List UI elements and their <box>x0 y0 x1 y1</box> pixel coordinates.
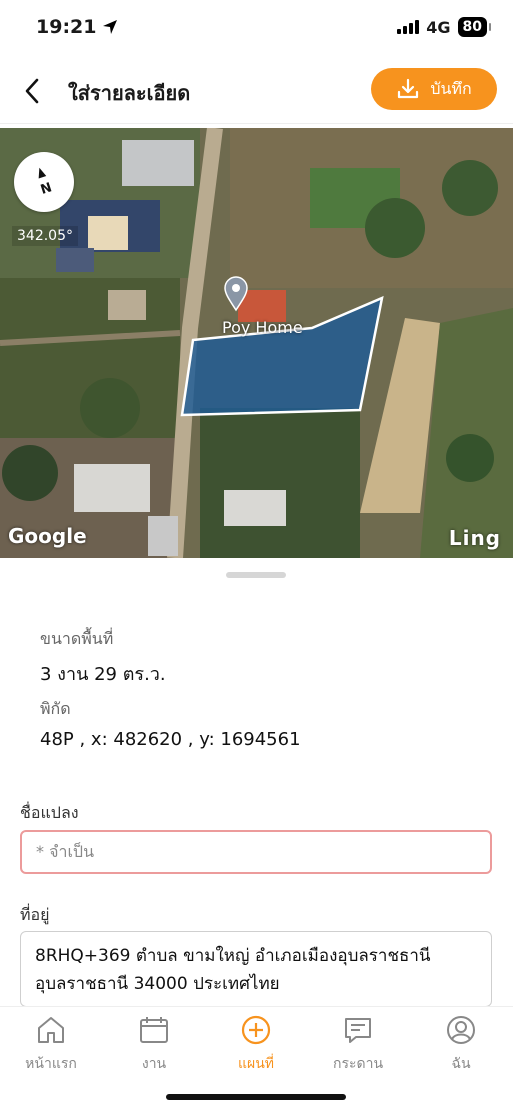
compass-button[interactable]: N <box>14 152 74 212</box>
home-icon <box>38 1017 64 1043</box>
save-button[interactable]: บันทึก <box>371 68 497 110</box>
plus-circle-icon <box>241 1015 271 1045</box>
address-line-1: 8RHQ+369 ตำบล ขามใหญ่ อำเภอเมืองอุบลราชธ… <box>35 946 431 966</box>
sheet-handle[interactable] <box>226 572 286 578</box>
profile-icon <box>447 1016 475 1044</box>
google-logo: Google <box>8 524 87 548</box>
tab-tasks-label: งาน <box>141 1056 167 1072</box>
area-value: 3 งาน 29 ตร.ว. <box>40 664 166 685</box>
signal-icon <box>397 20 420 34</box>
tab-board-label: กระดาน <box>332 1056 384 1072</box>
coordinate-label: พิกัด <box>40 699 71 718</box>
header: ใส่รายละเอียด บันทึก <box>0 58 513 124</box>
network-text: 4G <box>426 17 451 37</box>
address-line-2: อุบลราชธานี 34000 ประเทศไทย <box>35 974 280 994</box>
download-icon <box>398 78 419 99</box>
compass-label: N <box>39 180 54 198</box>
home-indicator <box>166 1094 346 1100</box>
tab-map[interactable]: แผนที่ <box>216 1013 296 1075</box>
tab-profile[interactable]: ฉัน <box>421 1013 501 1075</box>
status-bar: 19:21 4G 80 <box>0 0 513 58</box>
board-icon <box>345 1018 371 1043</box>
chevron-left-icon <box>25 78 39 104</box>
battery-icon: 80 <box>457 17 492 37</box>
plot-name-input[interactable]: * จำเป็น <box>20 830 492 874</box>
heading-readout: 342.05° <box>12 226 78 246</box>
save-label: บันทึก <box>430 78 472 98</box>
coordinate-value: 48P , x: 482620 , y: 1694561 <box>40 729 301 750</box>
plot-name-label: ชื่อแปลง <box>20 803 79 822</box>
satellite-map[interactable]: N 342.05° Poy Home Google Ling <box>0 128 513 558</box>
tab-map-label: แผนที่ <box>237 1056 275 1072</box>
tab-home[interactable]: หน้าแรก <box>11 1013 91 1075</box>
tab-board[interactable]: กระดาน <box>318 1013 398 1075</box>
location-arrow-icon <box>103 20 118 34</box>
tab-home-label: หน้าแรก <box>25 1056 77 1072</box>
area-label: ขนาดพื้นที่ <box>40 629 114 648</box>
map-imagery <box>0 128 513 558</box>
calendar-icon <box>140 1017 168 1043</box>
page-title: ใส่รายละเอียด <box>68 81 191 105</box>
compass-icon: N <box>38 167 54 198</box>
address-field[interactable]: 8RHQ+369 ตำบล ขามใหญ่ อำเภอเมืองอุบลราชธ… <box>20 931 492 1007</box>
address-label: ที่อยู่ <box>20 905 50 924</box>
place-label: Poy Home <box>222 318 303 337</box>
status-indicators: 4G 80 <box>397 17 492 37</box>
back-button[interactable] <box>20 76 44 106</box>
time-text: 19:21 <box>36 16 97 38</box>
plot-name-placeholder: * จำเป็น <box>36 841 95 861</box>
ling-logo: Ling <box>448 526 501 550</box>
tab-profile-label: ฉัน <box>451 1056 471 1072</box>
tab-tasks[interactable]: งาน <box>114 1013 194 1075</box>
status-time: 19:21 <box>36 16 118 38</box>
